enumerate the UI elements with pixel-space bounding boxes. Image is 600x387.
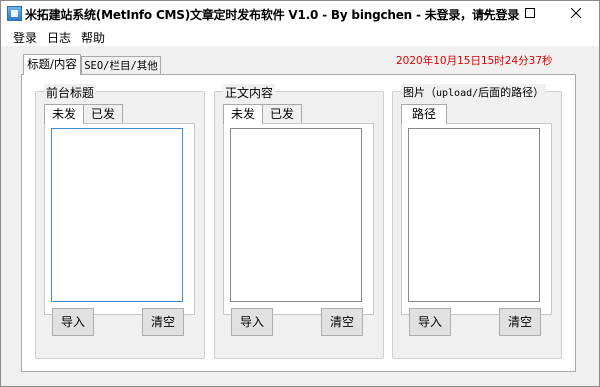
clear-button[interactable]: 清空 bbox=[499, 308, 541, 336]
tab-unpublished[interactable]: 未发 bbox=[223, 104, 263, 124]
tab-path[interactable]: 路径 bbox=[401, 104, 447, 124]
content-textarea[interactable] bbox=[230, 128, 362, 302]
tab-unpublished[interactable]: 未发 bbox=[44, 104, 84, 124]
group-body-content: 正文内容 未发 已发 导入 清空 bbox=[214, 84, 384, 359]
tab-seo-category-other[interactable]: SEO/栏目/其他 bbox=[81, 56, 161, 75]
tab-published[interactable]: 已发 bbox=[262, 104, 302, 123]
group-image-path: 图片（upload/后面的路径） 路径 导入 清空 bbox=[392, 84, 562, 359]
label-part: upload/ bbox=[436, 88, 479, 99]
group-label: 正文内容 bbox=[223, 84, 276, 101]
import-button[interactable]: 导入 bbox=[409, 308, 451, 336]
import-button[interactable]: 导入 bbox=[231, 308, 273, 336]
group-label: 前台标题 bbox=[44, 84, 97, 101]
label-part: 图片（ bbox=[403, 86, 436, 99]
tab-panel bbox=[44, 123, 195, 315]
clear-button[interactable]: 清空 bbox=[142, 308, 184, 336]
tab-panel bbox=[223, 123, 374, 315]
minimize-button[interactable] bbox=[461, 1, 507, 25]
group-front-title: 前台标题 未发 已发 导入 清空 bbox=[35, 84, 205, 359]
label-part: 后面的路径） bbox=[478, 86, 545, 99]
close-icon bbox=[571, 8, 581, 18]
close-button[interactable] bbox=[553, 1, 599, 25]
group-label: 图片（upload/后面的路径） bbox=[401, 84, 547, 100]
path-textarea[interactable] bbox=[408, 128, 540, 302]
window-title: 米拓建站系统(MetInfo CMS)文章定时发布软件 V1.0 - By bi… bbox=[25, 8, 520, 22]
import-button[interactable]: 导入 bbox=[52, 308, 94, 336]
menu-login[interactable]: 登录 bbox=[13, 29, 37, 46]
app-icon bbox=[7, 6, 22, 21]
clear-button[interactable]: 清空 bbox=[321, 308, 363, 336]
app-window: 米拓建站系统(MetInfo CMS)文章定时发布软件 V1.0 - By bi… bbox=[0, 0, 600, 387]
tab-published[interactable]: 已发 bbox=[83, 104, 123, 123]
title-bar: 米拓建站系统(MetInfo CMS)文章定时发布软件 V1.0 - By bi… bbox=[1, 1, 599, 26]
tab-title-content[interactable]: 标题/内容 bbox=[23, 54, 81, 75]
datetime-display: 2020年10月15日15时24分37秒 bbox=[396, 55, 553, 67]
title-textarea[interactable] bbox=[51, 128, 183, 302]
maximize-button[interactable] bbox=[507, 1, 553, 25]
tab-panel bbox=[401, 123, 552, 315]
menu-help[interactable]: 帮助 bbox=[81, 29, 105, 46]
menu-log[interactable]: 日志 bbox=[47, 29, 71, 46]
menu-bar: 登录 日志 帮助 bbox=[1, 26, 599, 46]
